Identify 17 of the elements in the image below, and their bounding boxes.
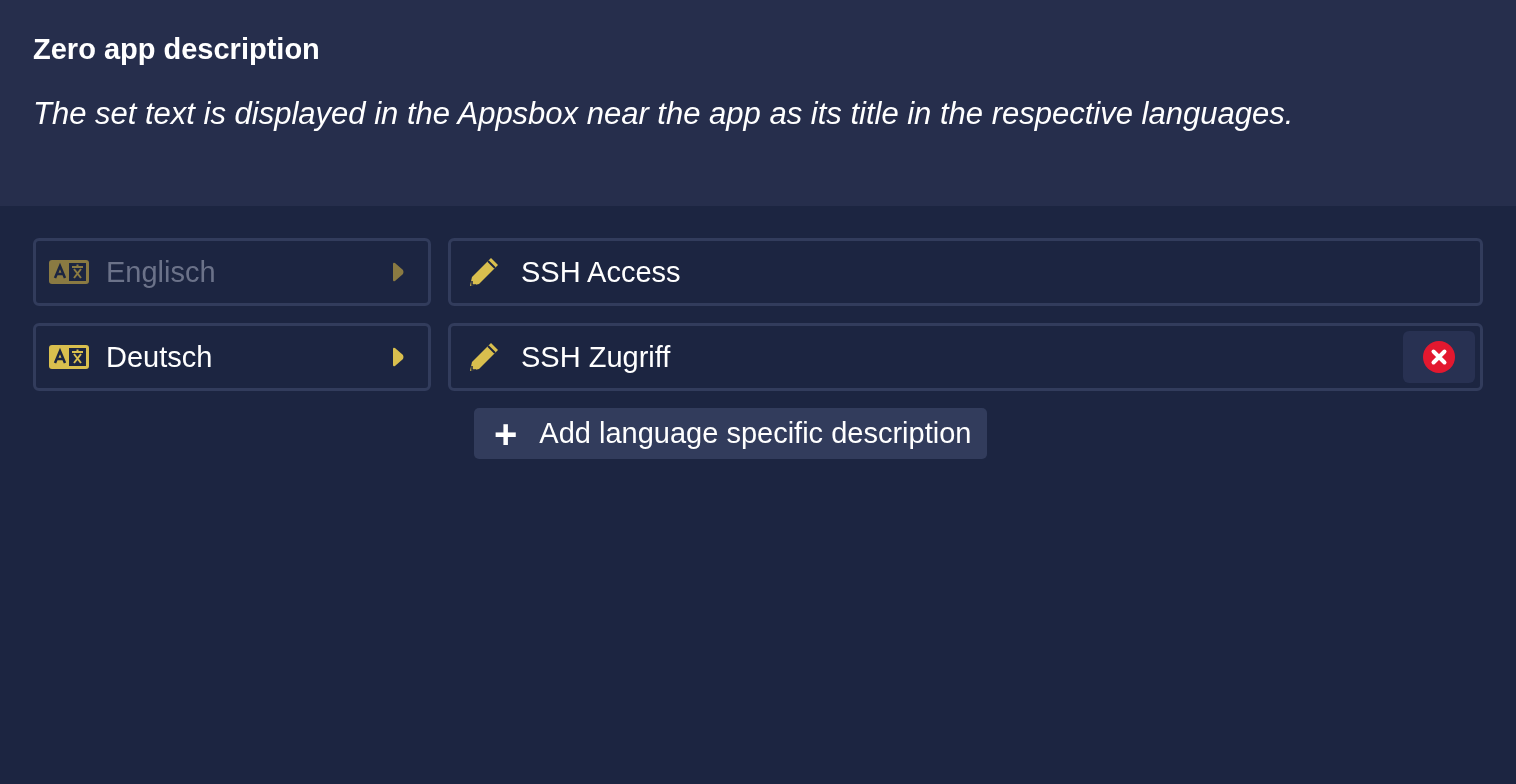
add-language-button[interactable]: + Add language specific description bbox=[474, 408, 988, 459]
pencil-icon bbox=[467, 340, 501, 374]
language-name: Deutsch bbox=[106, 340, 214, 374]
input-value: SSH Zugriff bbox=[521, 340, 672, 374]
language-select[interactable]: Deutsch bbox=[33, 323, 431, 391]
caret-icon bbox=[392, 347, 404, 367]
language-name: Englisch bbox=[106, 255, 217, 289]
translate-icon bbox=[49, 260, 89, 284]
section-title: Zero app description bbox=[33, 33, 321, 66]
input-value: SSH Access bbox=[521, 255, 682, 289]
close-icon bbox=[1423, 341, 1455, 373]
text-input[interactable]: SSH Zugriff bbox=[448, 323, 1483, 391]
section-description: The set text is displayed in the Appsbox near the app as its title in the respective languages. bbox=[33, 96, 1295, 132]
translate-icon bbox=[49, 345, 89, 369]
pencil-icon bbox=[467, 255, 501, 289]
caret-icon bbox=[392, 262, 404, 282]
delete-button[interactable] bbox=[1403, 331, 1475, 383]
